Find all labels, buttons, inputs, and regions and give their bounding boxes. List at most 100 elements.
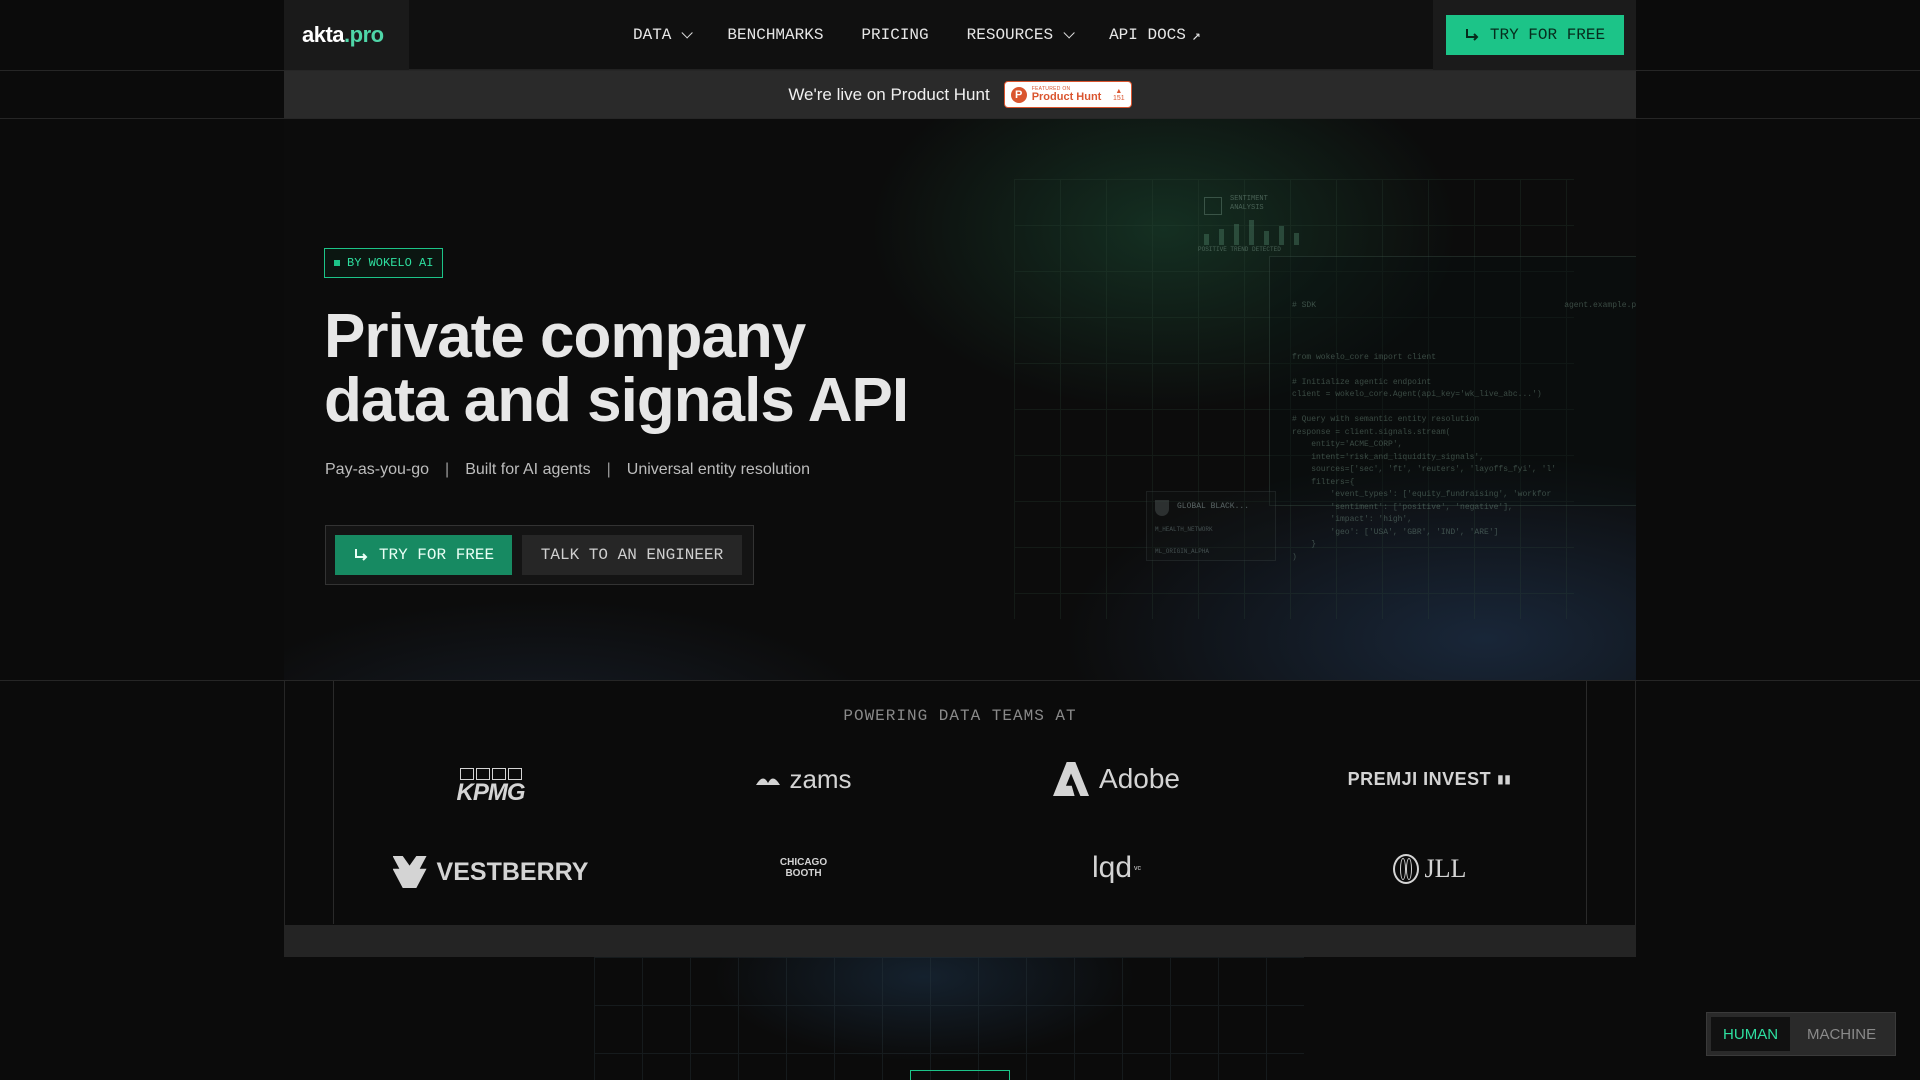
external-link-icon: ↗ (1191, 27, 1201, 45)
gb-line-2: ML_ORIGIN_ALPHA (1155, 548, 1210, 555)
human-machine-toggle: HUMAN MACHINE (1706, 1012, 1896, 1056)
code-body: from wokelo_core import client # Initial… (1292, 352, 1557, 562)
announcement-banner: We're live on Product Hunt P FEATURED ON… (284, 71, 1636, 118)
logo-chicago-line-1: CHICAGO (779, 857, 828, 868)
logo-zams-text: zams (789, 763, 852, 794)
turn-right-arrow-icon (1465, 29, 1479, 41)
sentiment-bar (1219, 229, 1224, 245)
logo-lqd-vc: lqd vc (960, 848, 1273, 888)
feature-item: Universal entity resolution (626, 461, 810, 478)
nav-item-pricing[interactable]: PRICING (861, 26, 928, 44)
byline-tag: BY WOKELO AI (324, 248, 444, 278)
logo-lqd-text: lqd (1091, 851, 1133, 884)
square-bullet-icon (334, 260, 340, 266)
feature-separator: | (606, 461, 611, 478)
code-header-right: agent.example.py (1564, 301, 1636, 310)
sentiment-bar (1204, 234, 1209, 245)
logo-lqd-sup: vc (1134, 864, 1142, 872)
hero-try-for-free-button[interactable]: TRY FOR FREE (335, 535, 512, 575)
hero-features: Pay-as-you-go | Built for AI agents | Un… (325, 461, 810, 479)
logo-adobe-text: Adobe (1099, 763, 1180, 794)
nav-item-label: DATA (633, 26, 672, 44)
gb-label: GLOBAL BLACK... (1177, 502, 1250, 511)
code-header-left: # SDK (1292, 301, 1317, 310)
site-logo[interactable]: akta .pro (284, 0, 409, 70)
nav-item-label: BENCHMARKS (727, 26, 824, 44)
logo-vestberry-text: VESTBERRY (436, 857, 589, 886)
upvote-icon: ▲ (1115, 87, 1123, 95)
sentiment-label: SENTIMENT ANALYSIS (1230, 195, 1268, 212)
customer-logos-section: POWERING DATA TEAMS AT KPMG zams Adobe P… (333, 681, 1587, 924)
toggle-human[interactable]: HUMAN (1711, 1017, 1791, 1051)
adobe-mark-icon (1053, 762, 1090, 796)
vestberry-mark-icon (392, 856, 427, 888)
sentiment-bar (1279, 226, 1284, 245)
bottom-grid-decoration (594, 957, 1304, 1080)
logo-chicago-line-2: BOOTH (785, 868, 822, 879)
nav-item-api-docs[interactable]: API DOCS ↗ (1109, 26, 1201, 45)
nav-cta-container: TRY FOR FREE (1433, 0, 1636, 70)
logo-kpmg-text: KPMG (456, 779, 526, 806)
section-tab-outline (910, 1070, 1010, 1080)
nav-item-resources[interactable]: RESOURCES (966, 26, 1075, 44)
nav-item-label: API DOCS (1109, 26, 1186, 44)
try-for-free-label: TRY FOR FREE (1489, 26, 1606, 44)
top-navbar: akta .pro DATA BENCHMARKS PRICING RESOURC… (284, 0, 1636, 70)
logo-accent: .pro (344, 21, 384, 47)
chart-icon (1204, 197, 1222, 215)
logo-main: akta (302, 21, 345, 47)
nav-item-label: PRICING (861, 26, 929, 44)
byline-text: BY WOKELO AI (347, 256, 434, 270)
jll-mark-icon (1392, 854, 1419, 884)
logo-adobe: Adobe (960, 759, 1273, 799)
hero-section: SENTIMENT ANALYSIS POSITIVE TREND DETECT… (284, 119, 1636, 680)
nav-links: DATA BENCHMARKS PRICING RESOURCES API DO… (633, 0, 1201, 70)
chevron-down-icon (681, 27, 694, 39)
logos-heading: POWERING DATA TEAMS AT (843, 707, 1077, 725)
code-snippet-card: # SDK agent.example.py from wokelo_core … (1269, 256, 1636, 562)
global-blacklist-widget: GLOBAL BLACK... M_HEALTH_NETWORK ML_ORIG… (1146, 491, 1276, 561)
toggle-machine[interactable]: MACHINE (1792, 1017, 1891, 1051)
feature-item: Pay-as-you-go (325, 461, 430, 478)
badge-name: Product Hunt (1031, 90, 1102, 103)
sentiment-caption: POSITIVE TREND DETECTED (1198, 246, 1281, 253)
logo-chicago-booth: CHICAGO BOOTH (647, 848, 960, 888)
hero-try-label: TRY FOR FREE (378, 546, 495, 564)
product-hunt-icon: P (1010, 86, 1027, 103)
talk-to-engineer-label: TALK TO AN ENGINEER (540, 546, 724, 564)
sentiment-bar (1294, 233, 1299, 245)
badge-votes: 151 (1113, 94, 1125, 102)
hero-cta-group: TRY FOR FREE TALK TO AN ENGINEER (325, 525, 754, 585)
logo-zams: zams (647, 759, 960, 799)
feature-separator: | (445, 461, 450, 478)
nav-item-data[interactable]: DATA (633, 26, 694, 44)
logo-jll: JLL (1273, 849, 1586, 889)
logo-vestberry: VESTBERRY (334, 852, 647, 892)
sentiment-bar (1234, 224, 1239, 245)
nav-item-label: RESOURCES (966, 26, 1054, 44)
product-hunt-badge[interactable]: P FEATURED ON Product Hunt ▲ 151 (1003, 81, 1132, 108)
chevron-down-icon (1063, 27, 1075, 39)
banner-text: We're live on Product Hunt (788, 84, 990, 104)
try-for-free-button[interactable]: TRY FOR FREE (1445, 15, 1624, 55)
next-section-preview (284, 957, 1636, 1080)
hero-title-line-2: data and signals API (324, 366, 909, 435)
section-divider-strip (284, 925, 1636, 957)
nav-item-benchmarks[interactable]: BENCHMARKS (727, 26, 823, 44)
sentiment-analysis-widget: SENTIMENT ANALYSIS POSITIVE TREND DETECT… (1198, 189, 1324, 253)
logo-jll-text: JLL (1424, 854, 1467, 883)
sentiment-bar (1249, 220, 1254, 245)
logo-premji-text: PREMJI INVEST (1347, 768, 1492, 789)
hero-title: Private company data and signals API (324, 302, 909, 435)
gb-line-1: M_HEALTH_NETWORK (1155, 526, 1213, 533)
talk-to-engineer-button[interactable]: TALK TO AN ENGINEER (522, 535, 742, 575)
feature-item: Built for AI agents (465, 461, 591, 478)
premji-bars-icon: ▮▮ (1497, 772, 1512, 786)
shield-icon (1155, 500, 1169, 516)
turn-right-arrow-icon (354, 549, 368, 561)
logo-premji-invest: PREMJI INVEST ▮▮ (1273, 759, 1586, 799)
kpmg-boxes-icon (459, 768, 522, 780)
sentiment-bar (1264, 231, 1269, 245)
zams-wing-icon (756, 778, 781, 785)
hero-title-line-1: Private company (324, 302, 806, 371)
